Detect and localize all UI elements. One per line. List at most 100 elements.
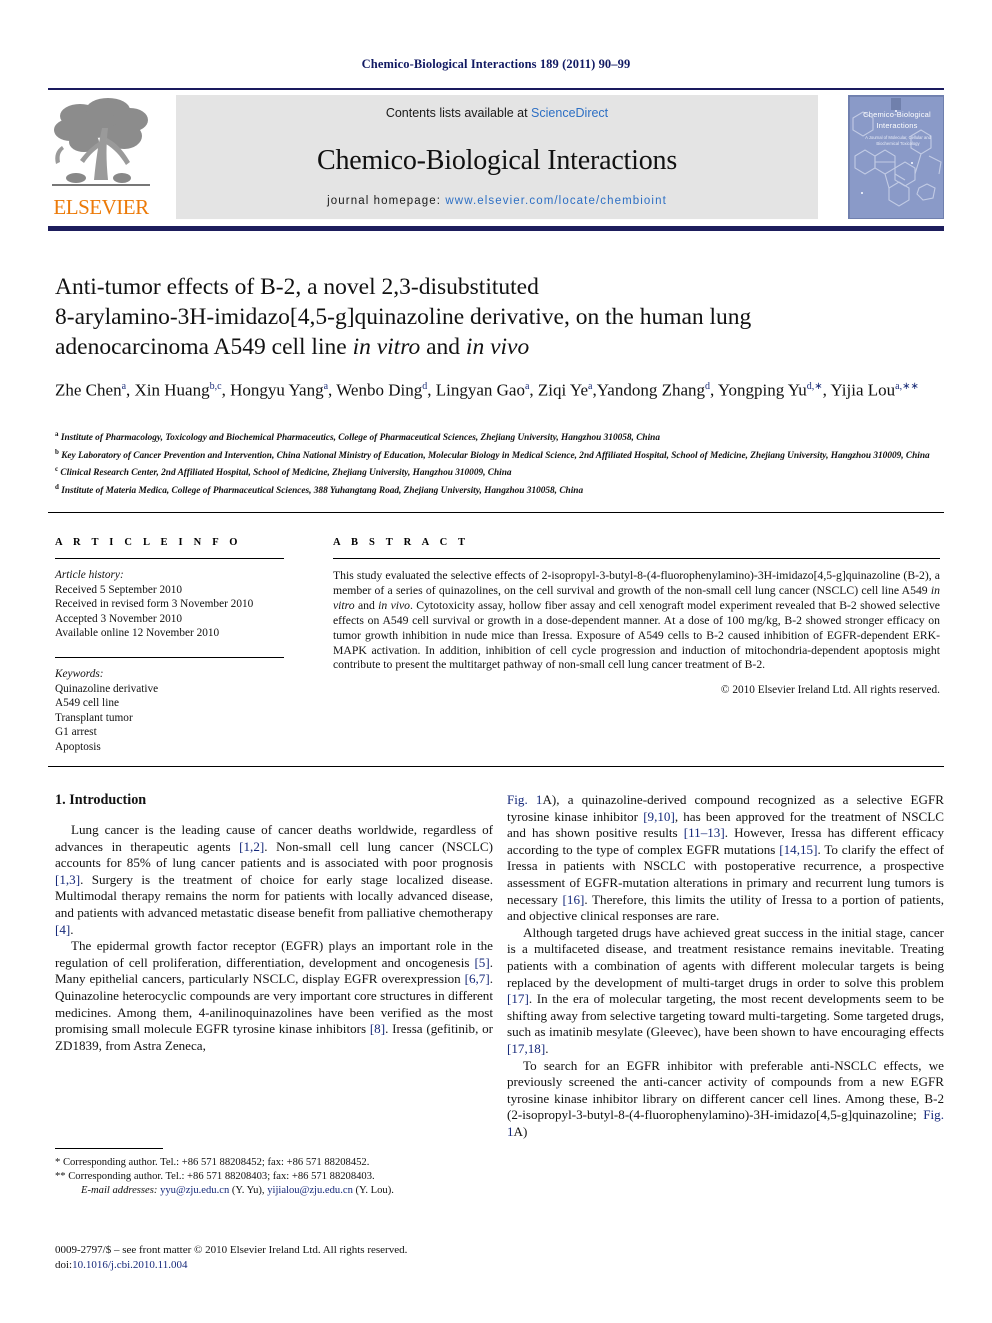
affiliation-list: a Institute of Pharmacology, Toxicology …: [55, 428, 940, 498]
doi-label: doi:: [55, 1258, 73, 1271]
abstract-column: A B S T R A C T This study evaluated the…: [333, 537, 940, 696]
abstract-seg-2: and: [354, 598, 379, 612]
citation-14-15[interactable]: [14,15]: [779, 842, 817, 857]
citation-5[interactable]: [5]: [474, 955, 489, 970]
masthead-banner: Contents lists available at ScienceDirec…: [176, 95, 818, 219]
p1-seg-d: .: [70, 921, 74, 937]
author-affiliation-marker: a: [323, 381, 329, 392]
author-affiliation-marker: a: [588, 381, 593, 392]
title-in-vivo: in vivo: [465, 334, 530, 360]
author-name: Wenbo Ding: [336, 380, 423, 400]
article-history-item: Received 5 September 2010: [55, 583, 183, 596]
citation-8[interactable]: [8]: [370, 1021, 385, 1036]
rp2-seg-a: Although targeted drugs have achieved gr…: [507, 924, 944, 990]
citation-1-2[interactable]: [1,2]: [239, 839, 264, 854]
keyword-item: Quinazoline derivative: [55, 682, 159, 695]
article-history-label: Article history:: [55, 569, 124, 581]
figure-ref-1a-top[interactable]: Fig. 1: [507, 792, 542, 807]
citation-6-7[interactable]: [6,7]: [465, 971, 490, 986]
author-affiliation-marker: b,c: [209, 381, 222, 392]
rp3-seg-b: A): [513, 1123, 528, 1139]
keyword-item: Transplant tumor: [55, 711, 133, 724]
homepage-label: journal homepage:: [327, 195, 442, 207]
title-line-3b: and: [420, 334, 466, 360]
author-list: Zhe Chena, Xin Huangb,c, Hongyu Yanga, W…: [55, 380, 919, 400]
affiliation-marker: b: [55, 447, 59, 456]
author-name: Lingyan Gao: [435, 380, 525, 400]
rp3-seg-a: To search for an EGFR inhibitor with pre…: [507, 1057, 944, 1123]
article-history-item: Accepted 3 November 2010: [55, 612, 183, 625]
article-info-column: A R T I C L E I N F O Article history: R…: [55, 537, 317, 755]
cover-journal-subtitle: A Journal of Molecular, Cellular and Bio…: [865, 135, 931, 146]
intro-paragraph-3: Although targeted drugs have achieved gr…: [507, 925, 944, 1058]
abstract-in-vivo: in vivo: [378, 598, 411, 612]
abstract-seg-1: This study evaluated the selective effec…: [333, 569, 940, 597]
citation-17[interactable]: [17]: [507, 991, 529, 1006]
elsevier-tree-icon: [52, 98, 150, 186]
running-head: Chemico-Biological Interactions 189 (201…: [361, 57, 631, 71]
article-title: Anti-tumor effects of B-2, a novel 2,3-d…: [55, 272, 935, 362]
email-link-yu[interactable]: yyu@zju.edu.cn: [160, 1185, 229, 1196]
author-affiliation-marker: d,∗: [806, 381, 823, 392]
doi-line: doi:10.1016/j.cbi.2010.11.004: [55, 1258, 505, 1273]
author-affiliation-marker: d: [705, 381, 711, 392]
citation-1-3[interactable]: [1,3]: [55, 872, 80, 887]
journal-cover-thumbnail: Chemico-Biological Interactions A Journa…: [848, 95, 944, 219]
cover-journal-title: Chemico-Biological Interactions: [863, 110, 931, 130]
citation-17-18[interactable]: [17,18]: [507, 1041, 545, 1056]
doi-link[interactable]: 10.1016/j.cbi.2010.11.004: [72, 1259, 187, 1271]
citation-11-13[interactable]: [11–13]: [684, 825, 725, 840]
corresponding-author-note-2: ** Corresponding author. Tel.: +86 571 8…: [55, 1171, 375, 1182]
abstract-copyright: © 2010 Elsevier Ireland Ltd. All rights …: [720, 684, 940, 697]
footnote-rule: [55, 1148, 163, 1149]
email-name-lou: (Y. Lou).: [352, 1185, 394, 1196]
intro-paragraph-2: The epidermal growth factor receptor (EG…: [55, 938, 493, 1054]
keywords-block: Keywords: Quinazoline derivative A549 cel…: [55, 667, 317, 755]
homepage-url-link[interactable]: www.elsevier.com/locate/chembioint: [445, 195, 666, 207]
rp2-seg-c: .: [545, 1040, 549, 1056]
email-name-yu: (Y. Yu),: [229, 1185, 268, 1196]
affiliation-marker: c: [55, 465, 59, 473]
article-history-block: Article history: Received 5 September 20…: [55, 568, 317, 641]
elsevier-logo: ELSEVIER: [50, 94, 152, 222]
article-info-heading: A R T I C L E I N F O: [55, 537, 242, 548]
masthead-bottom-rule: [48, 226, 944, 231]
author-name: Hongyu Yang: [230, 380, 324, 400]
author-name: Ziqi Ye: [537, 380, 588, 400]
intro-paragraph-2-continued: Fig. 1A), a quinazoline-derived compound…: [507, 792, 944, 925]
author-affiliation-marker: a: [524, 381, 530, 392]
abstract-seg-3: . Cytotoxicity assay, hollow fiber assay…: [333, 598, 940, 672]
title-in-vitro: in vitro: [352, 334, 421, 360]
keywords-rule: [55, 656, 284, 658]
email-addresses-note: E-mail addresses: yyu@zju.edu.cn (Y. Yu)…: [55, 1184, 493, 1198]
author-name: Zhe Chen: [55, 380, 122, 400]
author-name: Yijia Lou: [830, 380, 896, 400]
footnote-block: * Corresponding author. Tel.: +86 571 88…: [55, 1148, 493, 1198]
article-history-item: Received in revised form 3 November 2010: [55, 598, 254, 611]
affiliation-item: d Institute of Materia Medica, College o…: [55, 482, 584, 496]
author-name: Yongping Yu: [717, 380, 807, 400]
email-link-lou[interactable]: yijialou@zju.edu.cn: [267, 1185, 353, 1196]
author-name: Yandong Zhang: [596, 380, 706, 400]
keyword-item: G1 arrest: [55, 726, 97, 739]
info-band-top-rule: [48, 512, 944, 513]
body-left-column: 1. Introduction Lung cancer is the leadi…: [55, 792, 493, 1054]
p1-seg-c: . Surgery is the treatment of choice for…: [55, 871, 493, 920]
citation-9-10[interactable]: [9,10]: [643, 809, 675, 824]
journal-homepage-line: journal homepage: www.elsevier.com/locat…: [176, 195, 818, 207]
info-band-bottom-rule: [48, 766, 944, 767]
introduction-heading: 1. Introduction: [55, 792, 147, 808]
sciencedirect-link[interactable]: ScienceDirect: [531, 106, 608, 120]
author-name: Xin Huang: [134, 380, 210, 400]
citation-4[interactable]: [4]: [55, 922, 70, 937]
affiliation-item: b Key Laboratory of Cancer Prevention an…: [55, 447, 930, 461]
intro-paragraph-4: To search for an EGFR inhibitor with pre…: [507, 1058, 944, 1141]
author-affiliation-marker: d: [422, 381, 428, 392]
journal-masthead: ELSEVIER Contents lists available at Sci…: [48, 88, 944, 234]
affiliation-marker: a: [55, 430, 59, 438]
title-line-1: Anti-tumor effects of B-2, a novel 2,3-d…: [55, 274, 539, 300]
abstract-rule: [333, 558, 940, 559]
author-affiliation-marker: a: [121, 381, 127, 392]
abstract-text: This study evaluated the selective effec…: [333, 569, 940, 673]
citation-16[interactable]: [16]: [563, 892, 585, 907]
